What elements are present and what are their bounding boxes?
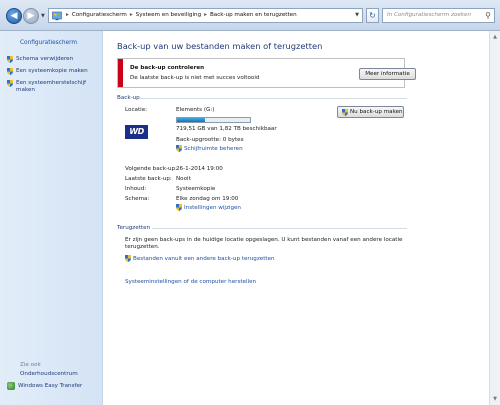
wd-drive-logo: WD [125,125,148,139]
section-divider [139,98,407,99]
sidebar-item-schema-verwijderen[interactable]: Schema verwijderen [7,56,73,63]
shield-icon [7,56,13,63]
free-space-text: 719,51 GB van 1,82 TB beschikbaar [176,126,277,132]
breadcrumb-separator: ▸ [204,12,207,18]
sidebar-item-systeemherstelschijf[interactable]: Een systeemherstelschijf maken [7,80,99,93]
more-info-button[interactable]: Meer informatie [359,68,416,80]
content-value: Systeemkopie [176,186,216,192]
search-icon[interactable]: ⚲ [485,9,491,22]
last-backup-label: Laatste back-up: [125,176,172,182]
breadcrumb-separator: ▸ [129,12,133,18]
next-backup-label: Volgende back-up: [125,166,177,172]
shield-icon [125,255,131,262]
shield-icon [7,68,13,75]
location-value: Elements (G:) [176,107,215,113]
recover-system-link[interactable]: Systeeminstellingen of de computer herst… [125,279,256,285]
manage-space-label: Schijfruimte beheren [184,145,243,152]
address-bar: ◀ ▶ ▼ ▸ Configuratiescherm ▸ Systeem en … [0,0,500,31]
restore-files-label: Bestanden vanuit een andere back-up teru… [133,255,275,262]
breadcrumb[interactable]: ▸ Configuratiescherm ▸ Systeem en beveil… [48,8,363,23]
alert-title: De back-up controleren [130,65,205,71]
last-backup-value: Nooit [176,176,191,182]
breadcrumb-item-configuratiescherm[interactable]: Configuratiescherm [72,9,127,22]
see-also-heading: Zie ook [20,362,41,368]
backup-now-button[interactable]: Nu back-up maken [337,106,404,118]
sidebar-item-onderhoudscentrum[interactable]: Onderhoudscentrum [20,371,78,377]
alert-box: De back-up controleren De laatste back-u… [117,58,416,88]
refresh-button[interactable]: ↻ [366,8,379,23]
section-heading-backup: Back-up [117,95,140,101]
change-settings-link[interactable]: Instellingen wijzigen [176,204,241,211]
change-settings-label: Instellingen wijzigen [184,204,241,211]
shield-icon [342,108,348,116]
page-title: Back-up van uw bestanden maken of terugz… [117,41,323,51]
recent-pages-dropdown[interactable]: ▼ [41,13,45,19]
shield-icon [7,80,13,87]
alert-subtitle: De laatste back-up is niet met succes vo… [130,75,260,81]
restore-files-link[interactable]: Bestanden vanuit een andere back-up teru… [125,255,275,262]
sidebar: Configuratiescherm Schema verwijderen Ee… [0,31,103,405]
backup-now-label: Nu back-up maken [350,109,403,115]
search-input[interactable]: In Configuratiescherm zoeken ⚲ [382,8,495,23]
alert-status-bar [118,59,123,87]
sidebar-home-link[interactable]: Configuratiescherm [20,40,77,46]
section-divider [152,228,407,229]
breadcrumb-item-systeem-en-beveiliging[interactable]: Systeem en beveiliging [136,9,201,22]
scroll-down-icon[interactable]: ▼ [491,395,499,403]
next-backup-value: 26-1-2014 19:00 [176,166,223,172]
scroll-up-icon[interactable]: ▲ [491,33,499,41]
shield-icon [176,145,182,152]
sidebar-item-label: Windows Easy Transfer [18,383,83,389]
vertical-scrollbar[interactable]: ▲ ▼ [489,31,500,405]
sidebar-item-systeemkopie[interactable]: Een systeemkopie maken [7,68,88,75]
sidebar-item-easy-transfer[interactable]: Windows Easy Transfer [7,382,82,390]
breadcrumb-separator: ▸ [66,12,69,18]
shield-icon [176,204,182,211]
location-label: Locatie: [125,107,148,113]
breadcrumb-item-back-up[interactable]: Back-up maken en terugzetten [210,9,297,22]
search-placeholder: In Configuratiescherm zoeken [387,12,472,18]
schedule-value: Elke zondag om 19:00 [176,196,239,202]
content-label: Inhoud: [125,186,147,192]
main-content: Back-up van uw bestanden maken of terugz… [104,31,489,405]
sidebar-item-label: Een systeemkopie maken [16,68,88,74]
sidebar-item-label: Een systeemherstelschijf maken [16,80,86,93]
address-dropdown-icon[interactable]: ▼ [355,9,359,22]
drive-usage-bar [176,117,251,123]
restore-description: Er zijn geen back-ups in de huidige loca… [125,237,403,250]
manage-space-link[interactable]: Schijfruimte beheren [176,145,243,152]
sidebar-item-label: Schema verwijderen [16,56,74,62]
drive-usage-fill [177,118,206,122]
schedule-label: Schema: [125,196,150,202]
backup-size-text: Back-upgrootte: 0 bytes [176,137,244,143]
section-heading-restore: Terugzetten [117,225,151,231]
forward-button[interactable]: ▶ [23,8,39,24]
easy-transfer-icon [7,382,15,390]
control-panel-icon [52,11,62,21]
back-button[interactable]: ◀ [6,8,22,24]
